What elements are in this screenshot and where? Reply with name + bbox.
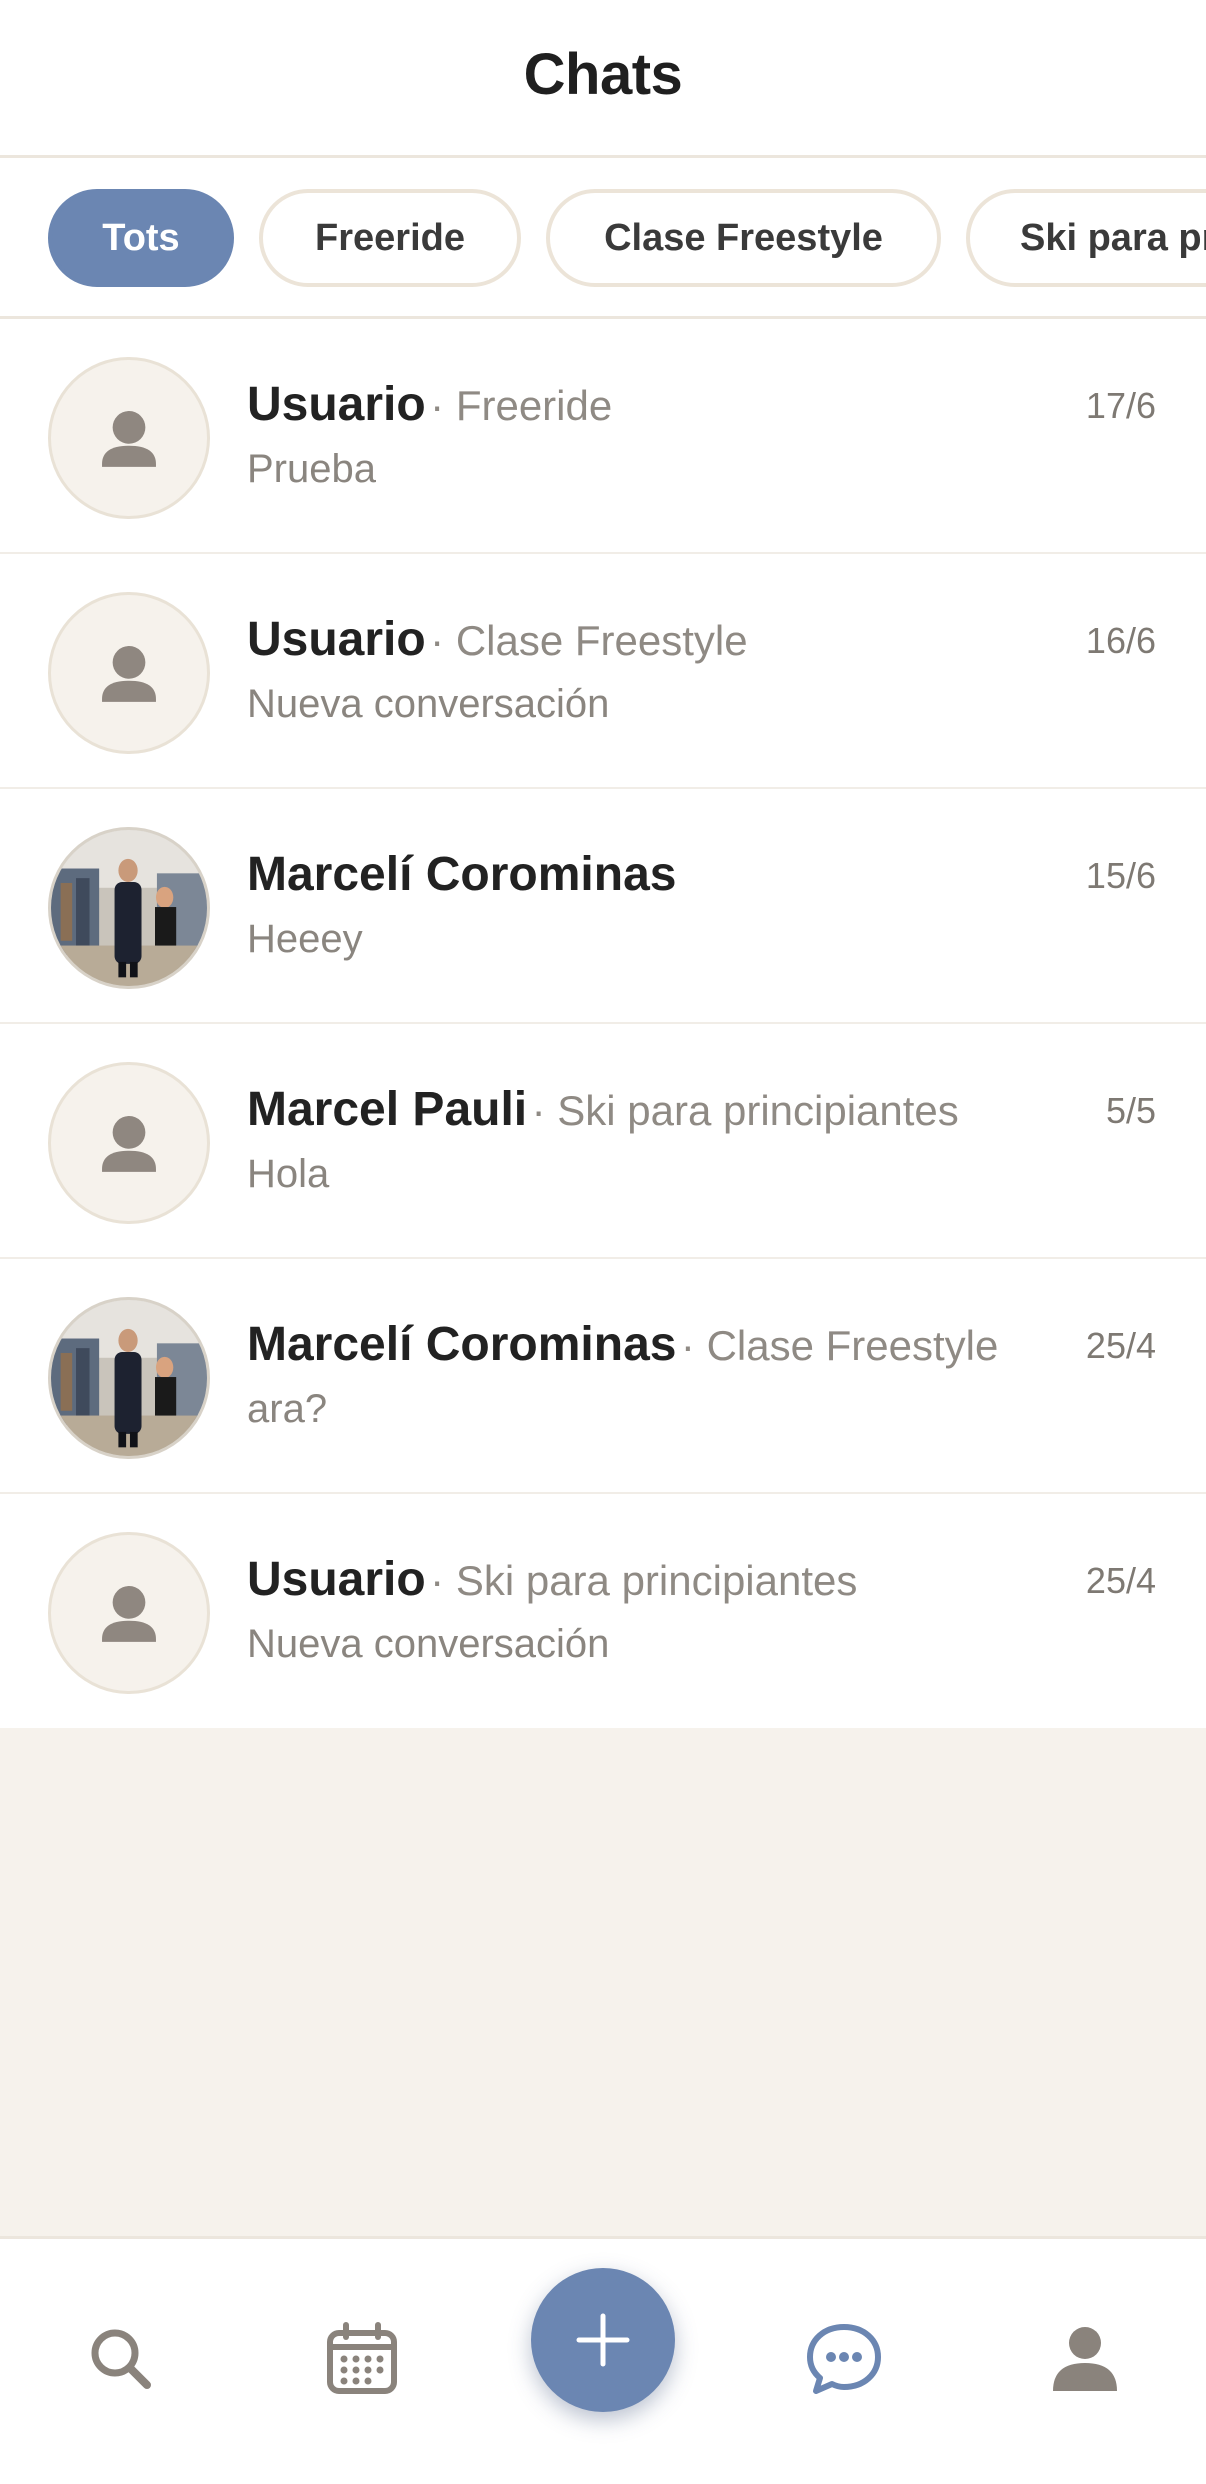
default-avatar-icon xyxy=(48,1532,210,1694)
default-avatar-icon xyxy=(48,1062,210,1224)
chat-date: 17/6 xyxy=(1085,385,1156,426)
chat-preview: Nueva conversación xyxy=(247,682,610,726)
chat-row[interactable]: Marcelí Corominas · Clase Freestyle ara?… xyxy=(0,1259,1206,1494)
filter-chip-ski-para-principiantes[interactable]: Ski para principiantes xyxy=(966,189,1206,287)
filter-chip-freeride[interactable]: Freeride xyxy=(259,189,521,287)
chat-preview: Hola xyxy=(247,1152,330,1196)
chat-preview: Nueva conversación xyxy=(247,1622,610,1666)
chat-date: 16/6 xyxy=(1085,620,1156,661)
separator-dot: · xyxy=(680,1322,707,1369)
chat-date: 15/6 xyxy=(1085,855,1156,896)
chat-row[interactable]: Usuario · Ski para principiantes Nueva c… xyxy=(0,1494,1206,1729)
filter-chip-clase-freestyle[interactable]: Clase Freestyle xyxy=(546,189,941,287)
chat-name: Usuario xyxy=(247,378,426,431)
chat-row[interactable]: Usuario · Clase Freestyle Nueva conversa… xyxy=(0,554,1206,789)
chat-preview: Prueba xyxy=(247,447,376,491)
chat-title-line: Usuario · Clase Freestyle xyxy=(247,612,1067,667)
chats-screen: Chats Tots Freeride Clase Freestyle Ski … xyxy=(0,0,1206,2484)
separator-dot: · xyxy=(531,1087,558,1134)
chat-title-line: Marcelí Corominas xyxy=(247,847,1067,902)
chat-name: Usuario xyxy=(247,613,426,666)
chat-name: Marcelí Corominas xyxy=(247,1318,677,1371)
chat-preview: ara? xyxy=(247,1387,328,1431)
chat-preview: Heeey xyxy=(247,917,363,961)
profile-icon[interactable] xyxy=(1045,2319,1125,2399)
default-avatar-icon xyxy=(48,592,210,754)
chat-title-line: Marcel Pauli · Ski para principiantes xyxy=(247,1082,1067,1137)
chat-list: Usuario · Freeride Prueba 17/6 Usuario ·… xyxy=(0,319,1206,1728)
chat-title-line: Marcelí Corominas · Clase Freestyle xyxy=(247,1317,1067,1372)
chat-icon[interactable] xyxy=(804,2319,884,2399)
separator-dot: · xyxy=(430,1557,456,1604)
chat-context: Clase Freestyle xyxy=(455,617,748,664)
filter-chips-bar[interactable]: Tots Freeride Clase Freestyle Ski para p… xyxy=(0,158,1206,319)
page-title: Chats xyxy=(523,42,683,107)
chat-date: 5/5 xyxy=(1105,1090,1156,1131)
calendar-icon[interactable] xyxy=(322,2319,402,2399)
chat-date: 25/4 xyxy=(1085,1325,1156,1366)
chat-name: Marcelí Corominas xyxy=(247,848,677,901)
search-icon[interactable] xyxy=(81,2319,161,2399)
user-photo-avatar xyxy=(48,1297,210,1459)
filter-chip-tots[interactable]: Tots xyxy=(48,189,234,287)
user-photo-avatar xyxy=(48,827,210,989)
chat-row[interactable]: Marcel Pauli · Ski para principiantes Ho… xyxy=(0,1024,1206,1259)
separator-dot: · xyxy=(430,382,456,429)
separator-dot: · xyxy=(430,617,456,664)
chat-row[interactable]: Usuario · Freeride Prueba 17/6 xyxy=(0,319,1206,554)
chat-name: Usuario xyxy=(247,1553,426,1606)
chat-context: Ski para principiantes xyxy=(455,1557,858,1604)
new-chat-button[interactable] xyxy=(531,2268,675,2412)
header: Chats xyxy=(0,0,1206,158)
plus-icon xyxy=(576,2313,630,2367)
chat-title-line: Usuario · Freeride xyxy=(247,377,1067,432)
chat-context: Ski para principiantes xyxy=(557,1087,959,1134)
default-avatar-icon xyxy=(48,357,210,519)
chat-context: Freeride xyxy=(455,382,613,429)
chat-date: 25/4 xyxy=(1085,1560,1156,1601)
chat-context: Clase Freestyle xyxy=(706,1322,999,1369)
chat-title-line: Usuario · Ski para principiantes xyxy=(247,1552,1067,1607)
chat-name: Marcel Pauli xyxy=(247,1083,528,1136)
chat-row[interactable]: Marcelí Corominas Heeey 15/6 xyxy=(0,789,1206,1024)
